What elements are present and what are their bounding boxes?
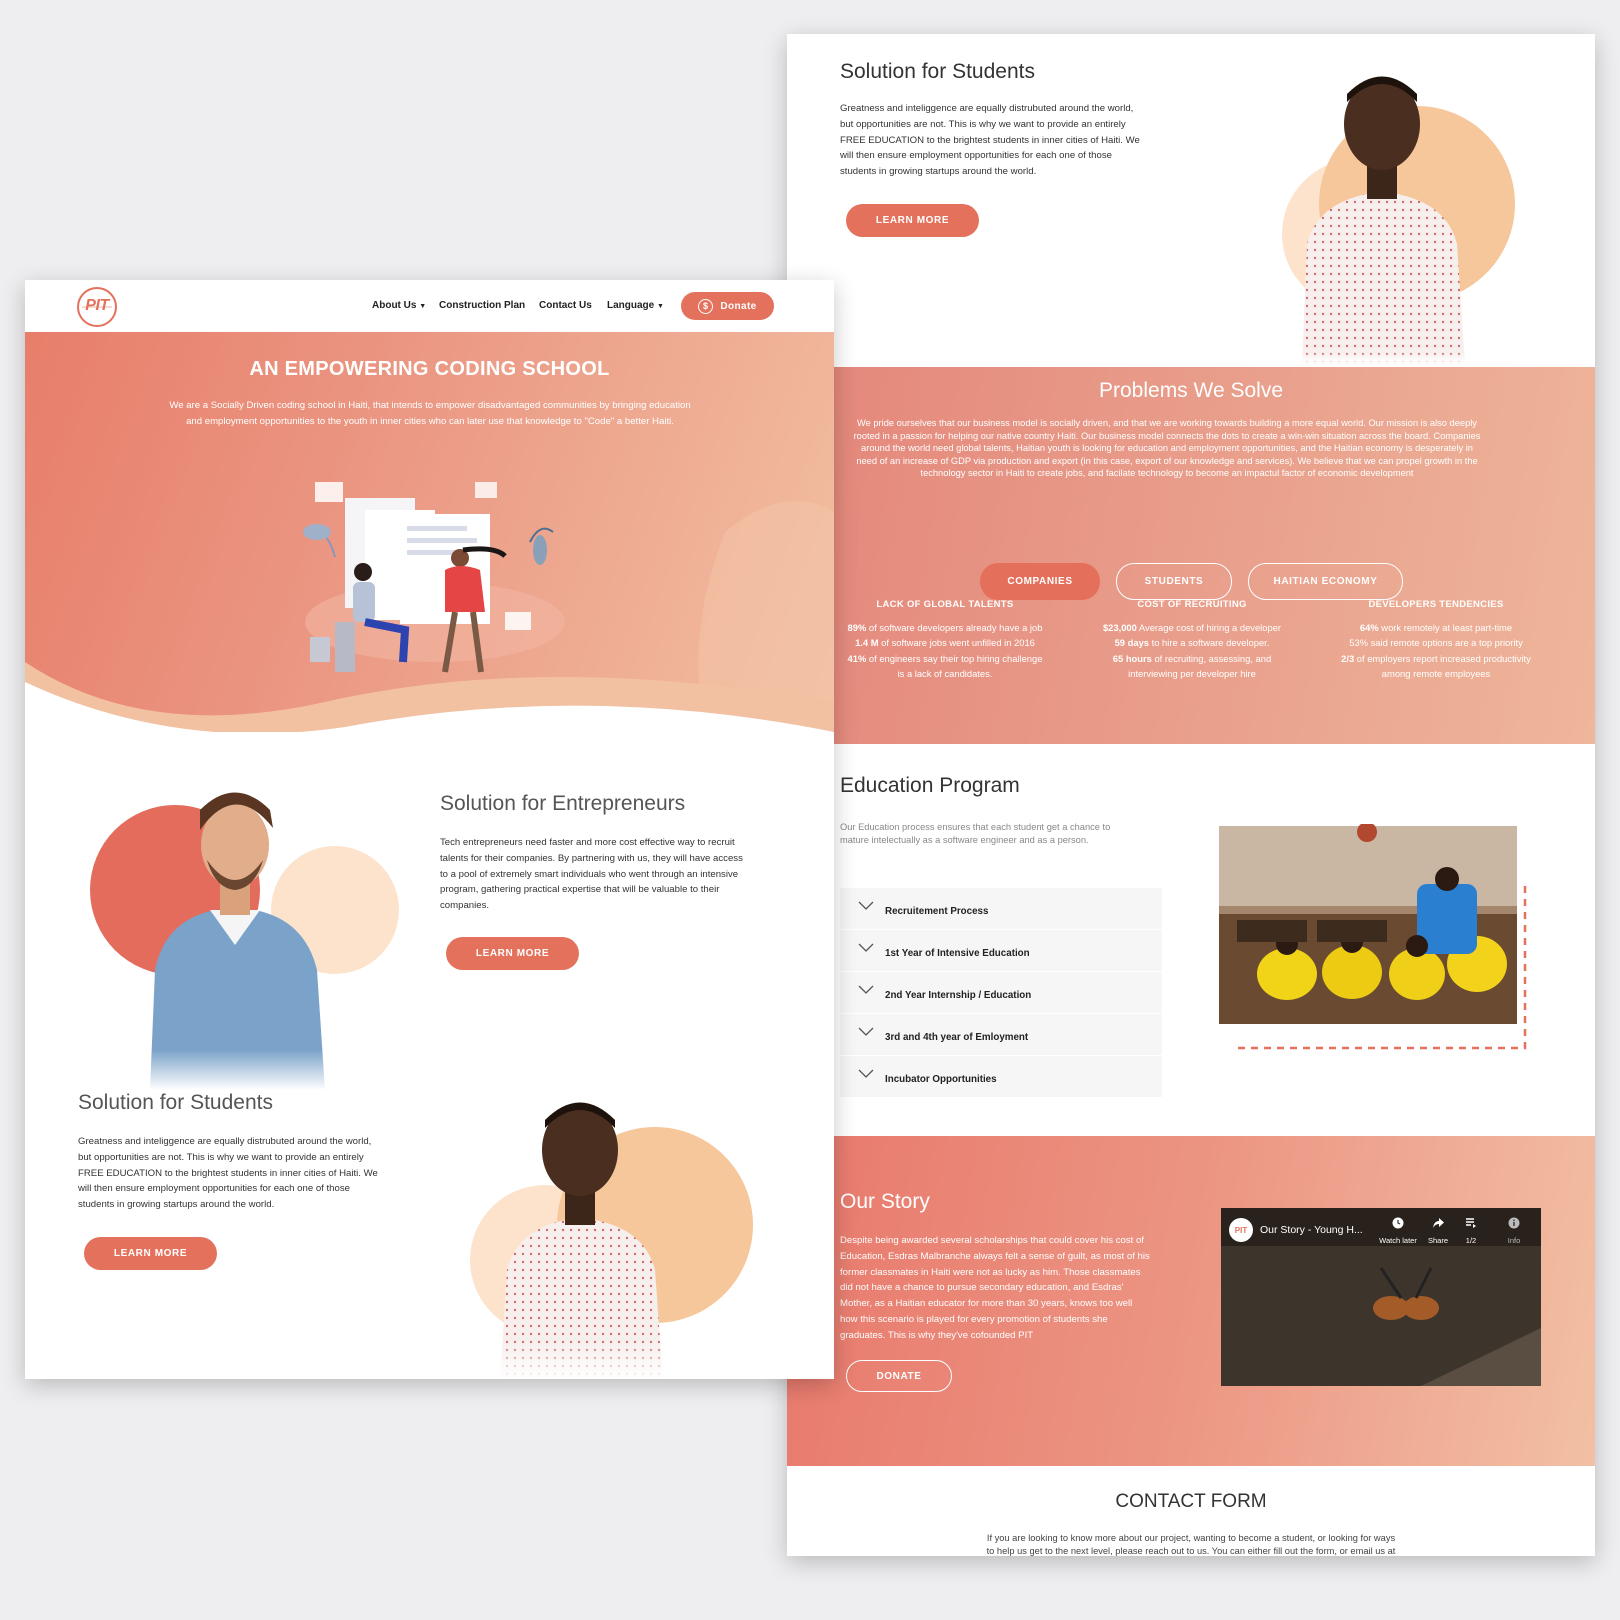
problems-text: We pride ourselves that our business mod… (853, 418, 1481, 479)
info-icon (1508, 1217, 1520, 1229)
video-player[interactable]: PIT Our Story - Young H... Watch later S… (1221, 1208, 1541, 1386)
page-screenshot-front: PIT About Us ▼ Construction Plan Contact… (25, 280, 834, 1379)
contact-title: CONTACT FORM (1115, 1491, 1267, 1512)
students-text: Greatness and inteliggence are equally d… (78, 1136, 378, 1211)
donate-nav-button[interactable]: $ Donate (681, 292, 774, 320)
nav-contact-us[interactable]: Contact Us (539, 300, 592, 311)
page-screenshot-back: Solution for Students Greatness and inte… (787, 34, 1595, 1556)
dollar-icon: $ (698, 298, 714, 314)
video-channel-logo: PIT (1229, 1218, 1253, 1242)
tab-haitian-economy[interactable]: HAITIAN ECONOMY (1248, 563, 1403, 600)
donate-button[interactable]: DONATE (846, 1360, 952, 1392)
tab-companies[interactable]: COMPANIES (980, 563, 1100, 600)
top-navigation: PIT About Us ▼ Construction Plan Contact… (25, 280, 834, 332)
classroom-photo (1219, 824, 1527, 1050)
accordion-item-first-year[interactable]: 1st Year of Intensive Education (840, 930, 1162, 972)
accordion-item-second-year[interactable]: 2nd Year Internship / Education (840, 972, 1162, 1014)
hero-section: AN EMPOWERING CODING SCHOOL We are a Soc… (25, 332, 834, 732)
students-text: Greatness and inteliggence are equally d… (840, 103, 1140, 178)
nav-about-us[interactable]: About Us ▼ (372, 300, 426, 311)
nav-construction-plan[interactable]: Construction Plan (439, 300, 525, 311)
playlist-icon (1466, 1218, 1476, 1228)
stat-column-recruiting: COST OF RECRUITING $23,000 Average cost … (1102, 599, 1282, 680)
problems-section: Problems We Solve We pride ourselves tha… (787, 367, 1595, 744)
our-story-section: Our Story Despite being awarded several … (787, 1136, 1595, 1466)
learn-more-button[interactable]: LEARN MORE (84, 1237, 217, 1270)
hero-title: AN EMPOWERING CODING SCHOOL (249, 358, 610, 380)
clock-icon (1392, 1217, 1404, 1229)
chevron-down-icon (858, 901, 874, 910)
video-action-info[interactable]: Info (1499, 1216, 1529, 1245)
entrepreneurs-text: Tech entrepreneurs need faster and more … (440, 837, 743, 912)
entrepreneur-portrait (90, 792, 399, 1090)
caret-down-icon: ▼ (419, 303, 427, 310)
accordion-item-incubator[interactable]: Incubator Opportunities (840, 1056, 1162, 1098)
video-title[interactable]: Our Story - Young H... (1260, 1224, 1363, 1236)
learn-more-button[interactable]: LEARN MORE (846, 204, 979, 237)
learn-more-button[interactable]: LEARN MORE (446, 937, 579, 970)
story-title: Our Story (840, 1190, 930, 1213)
chevron-down-icon (858, 943, 874, 952)
video-action-watch-later[interactable]: Watch later (1373, 1216, 1423, 1245)
problems-title: Problems We Solve (1098, 379, 1284, 402)
chevron-down-icon (858, 985, 874, 994)
tab-students[interactable]: STUDENTS (1116, 563, 1232, 600)
video-action-playlist[interactable]: 1/2 (1459, 1216, 1483, 1245)
story-text: Despite being awarded several scholarshi… (840, 1235, 1150, 1341)
student-portrait (470, 1102, 753, 1379)
education-intro: Our Education process ensures that each … (840, 822, 1111, 845)
stat-column-tendencies: DEVELOPERS TENDENCIES 64% work remotely … (1341, 599, 1531, 680)
chevron-down-icon (858, 1027, 874, 1036)
students-title: Solution for Students (78, 1091, 273, 1114)
education-title: Education Program (840, 774, 1020, 797)
hero-text: We are a Socially Driven coding school i… (169, 400, 691, 427)
caret-down-icon: ▼ (657, 303, 664, 310)
contact-text: If you are looking to know more about ou… (986, 1533, 1396, 1556)
accordion-item-third-fourth-year[interactable]: 3rd and 4th year of Emloyment (840, 1014, 1162, 1056)
students-title: Solution for Students (840, 60, 1035, 83)
stat-column-talents: LACK OF GLOBAL TALENTS 89% of software d… (847, 599, 1043, 680)
video-action-share[interactable]: Share (1421, 1216, 1455, 1245)
nav-language[interactable]: Language ▼ (607, 300, 664, 311)
accordion-item-recruitement[interactable]: Recruitement Process (840, 888, 1162, 930)
entrepreneurs-title: Solution for Entrepreneurs (440, 792, 686, 815)
coding-illustration (303, 482, 565, 673)
student-portrait (1282, 76, 1515, 364)
logo[interactable]: PIT (76, 286, 118, 328)
chevron-down-icon (858, 1069, 874, 1078)
share-icon (1432, 1218, 1444, 1228)
